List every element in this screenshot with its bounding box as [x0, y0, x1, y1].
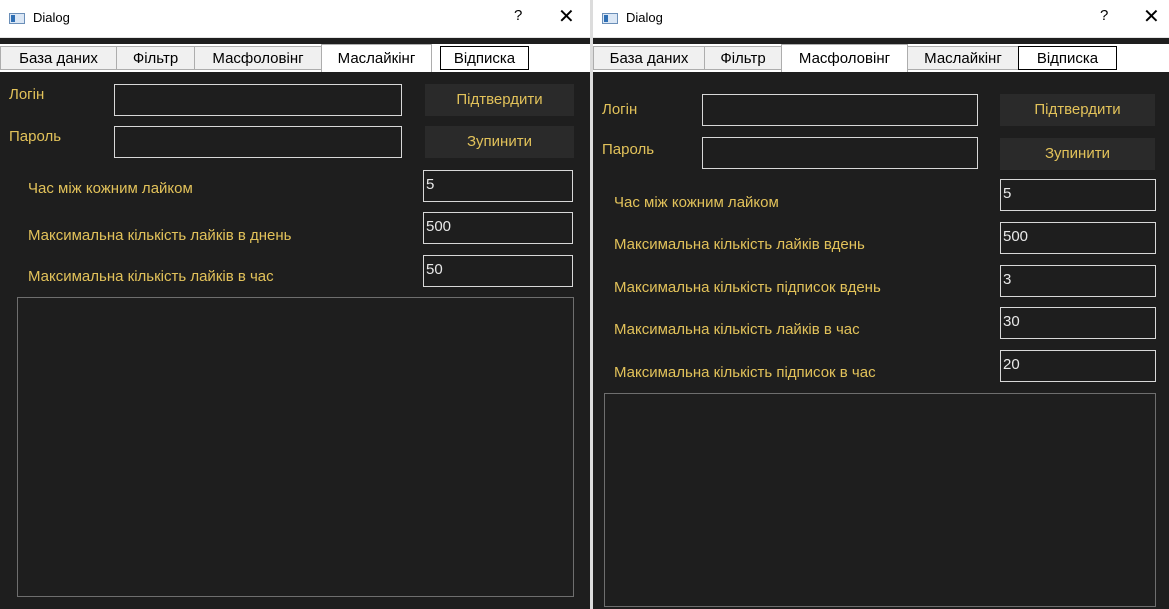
- tab-bar: База даних Фільтр Масфоловінг Маслайкінг…: [593, 44, 1169, 72]
- field-label-max-likes-hour: Максимальна кількість лайків в час: [28, 268, 274, 285]
- tab-massliking[interactable]: Маслайкінг: [321, 44, 432, 72]
- title-bar: Dialog ? ✕: [593, 0, 1169, 38]
- password-label: Пароль: [9, 128, 62, 145]
- confirm-button[interactable]: Підтвердити: [1000, 94, 1155, 126]
- window-title: Dialog: [33, 10, 70, 25]
- login-field[interactable]: [702, 94, 978, 126]
- field-label-max-likes-hour: Максимальна кількість лайків в час: [614, 321, 860, 338]
- tab-massfollowing[interactable]: Масфоловінг: [194, 46, 322, 70]
- window-title: Dialog: [626, 10, 663, 25]
- max-likes-hour-field[interactable]: 30: [1000, 307, 1156, 339]
- log-output[interactable]: [17, 297, 574, 597]
- like-interval-field[interactable]: 5: [423, 170, 573, 202]
- max-likes-day-field[interactable]: 500: [423, 212, 573, 244]
- like-interval-field[interactable]: 5: [1000, 179, 1156, 211]
- help-button[interactable]: ?: [514, 7, 522, 24]
- tab-database[interactable]: База даних: [0, 46, 117, 70]
- stop-button[interactable]: Зупинити: [425, 126, 574, 158]
- log-output[interactable]: [604, 393, 1156, 607]
- password-label: Пароль: [602, 141, 655, 158]
- field-label-max-likes-day: Максимальна кількість лайків вдень: [614, 236, 865, 253]
- dialog-masliking: Dialog ? ✕ База даних Фільтр Масфоловінг…: [0, 0, 590, 609]
- tab-bar: База даних Фільтр Масфоловінг Маслайкінг…: [0, 44, 590, 72]
- field-label-like-interval: Час між кожним лайком: [28, 180, 193, 197]
- field-label-max-follows-day: Максимальна кількість підписок вдень: [614, 279, 881, 296]
- help-button[interactable]: ?: [1100, 7, 1108, 24]
- tab-database[interactable]: База даних: [593, 46, 705, 70]
- tab-filter[interactable]: Фільтр: [704, 46, 782, 70]
- close-button[interactable]: ✕: [1143, 4, 1160, 29]
- dialog-massfollowing: Dialog ? ✕ База даних Фільтр Масфоловінг…: [593, 0, 1169, 609]
- field-label-max-follows-hour: Максимальна кількість підписок в час: [614, 364, 876, 381]
- max-follows-day-field[interactable]: 3: [1000, 265, 1156, 297]
- max-likes-day-field[interactable]: 500: [1000, 222, 1156, 254]
- tab-filter[interactable]: Фільтр: [116, 46, 195, 70]
- tab-unsubscribe[interactable]: Відписка: [440, 46, 529, 70]
- tab-massfollowing[interactable]: Масфоловінг: [781, 44, 908, 72]
- max-likes-hour-field[interactable]: 50: [423, 255, 573, 287]
- close-button[interactable]: ✕: [558, 4, 575, 29]
- tab-unsubscribe[interactable]: Відписка: [1018, 46, 1117, 70]
- stop-button[interactable]: Зупинити: [1000, 138, 1155, 170]
- login-label: Логін: [602, 101, 638, 118]
- confirm-button[interactable]: Підтвердити: [425, 84, 574, 116]
- tab-massliking[interactable]: Маслайкінг: [907, 46, 1019, 70]
- window-icon: [602, 13, 618, 24]
- login-label: Логін: [9, 86, 45, 103]
- field-label-like-interval: Час між кожним лайком: [614, 194, 779, 211]
- title-bar: Dialog ? ✕: [0, 0, 590, 38]
- field-label-max-likes-day: Максимальна кількість лайків в днень: [28, 227, 292, 244]
- window-icon: [9, 13, 25, 24]
- password-field[interactable]: [114, 126, 402, 158]
- login-field[interactable]: [114, 84, 402, 116]
- password-field[interactable]: [702, 137, 978, 169]
- max-follows-hour-field[interactable]: 20: [1000, 350, 1156, 382]
